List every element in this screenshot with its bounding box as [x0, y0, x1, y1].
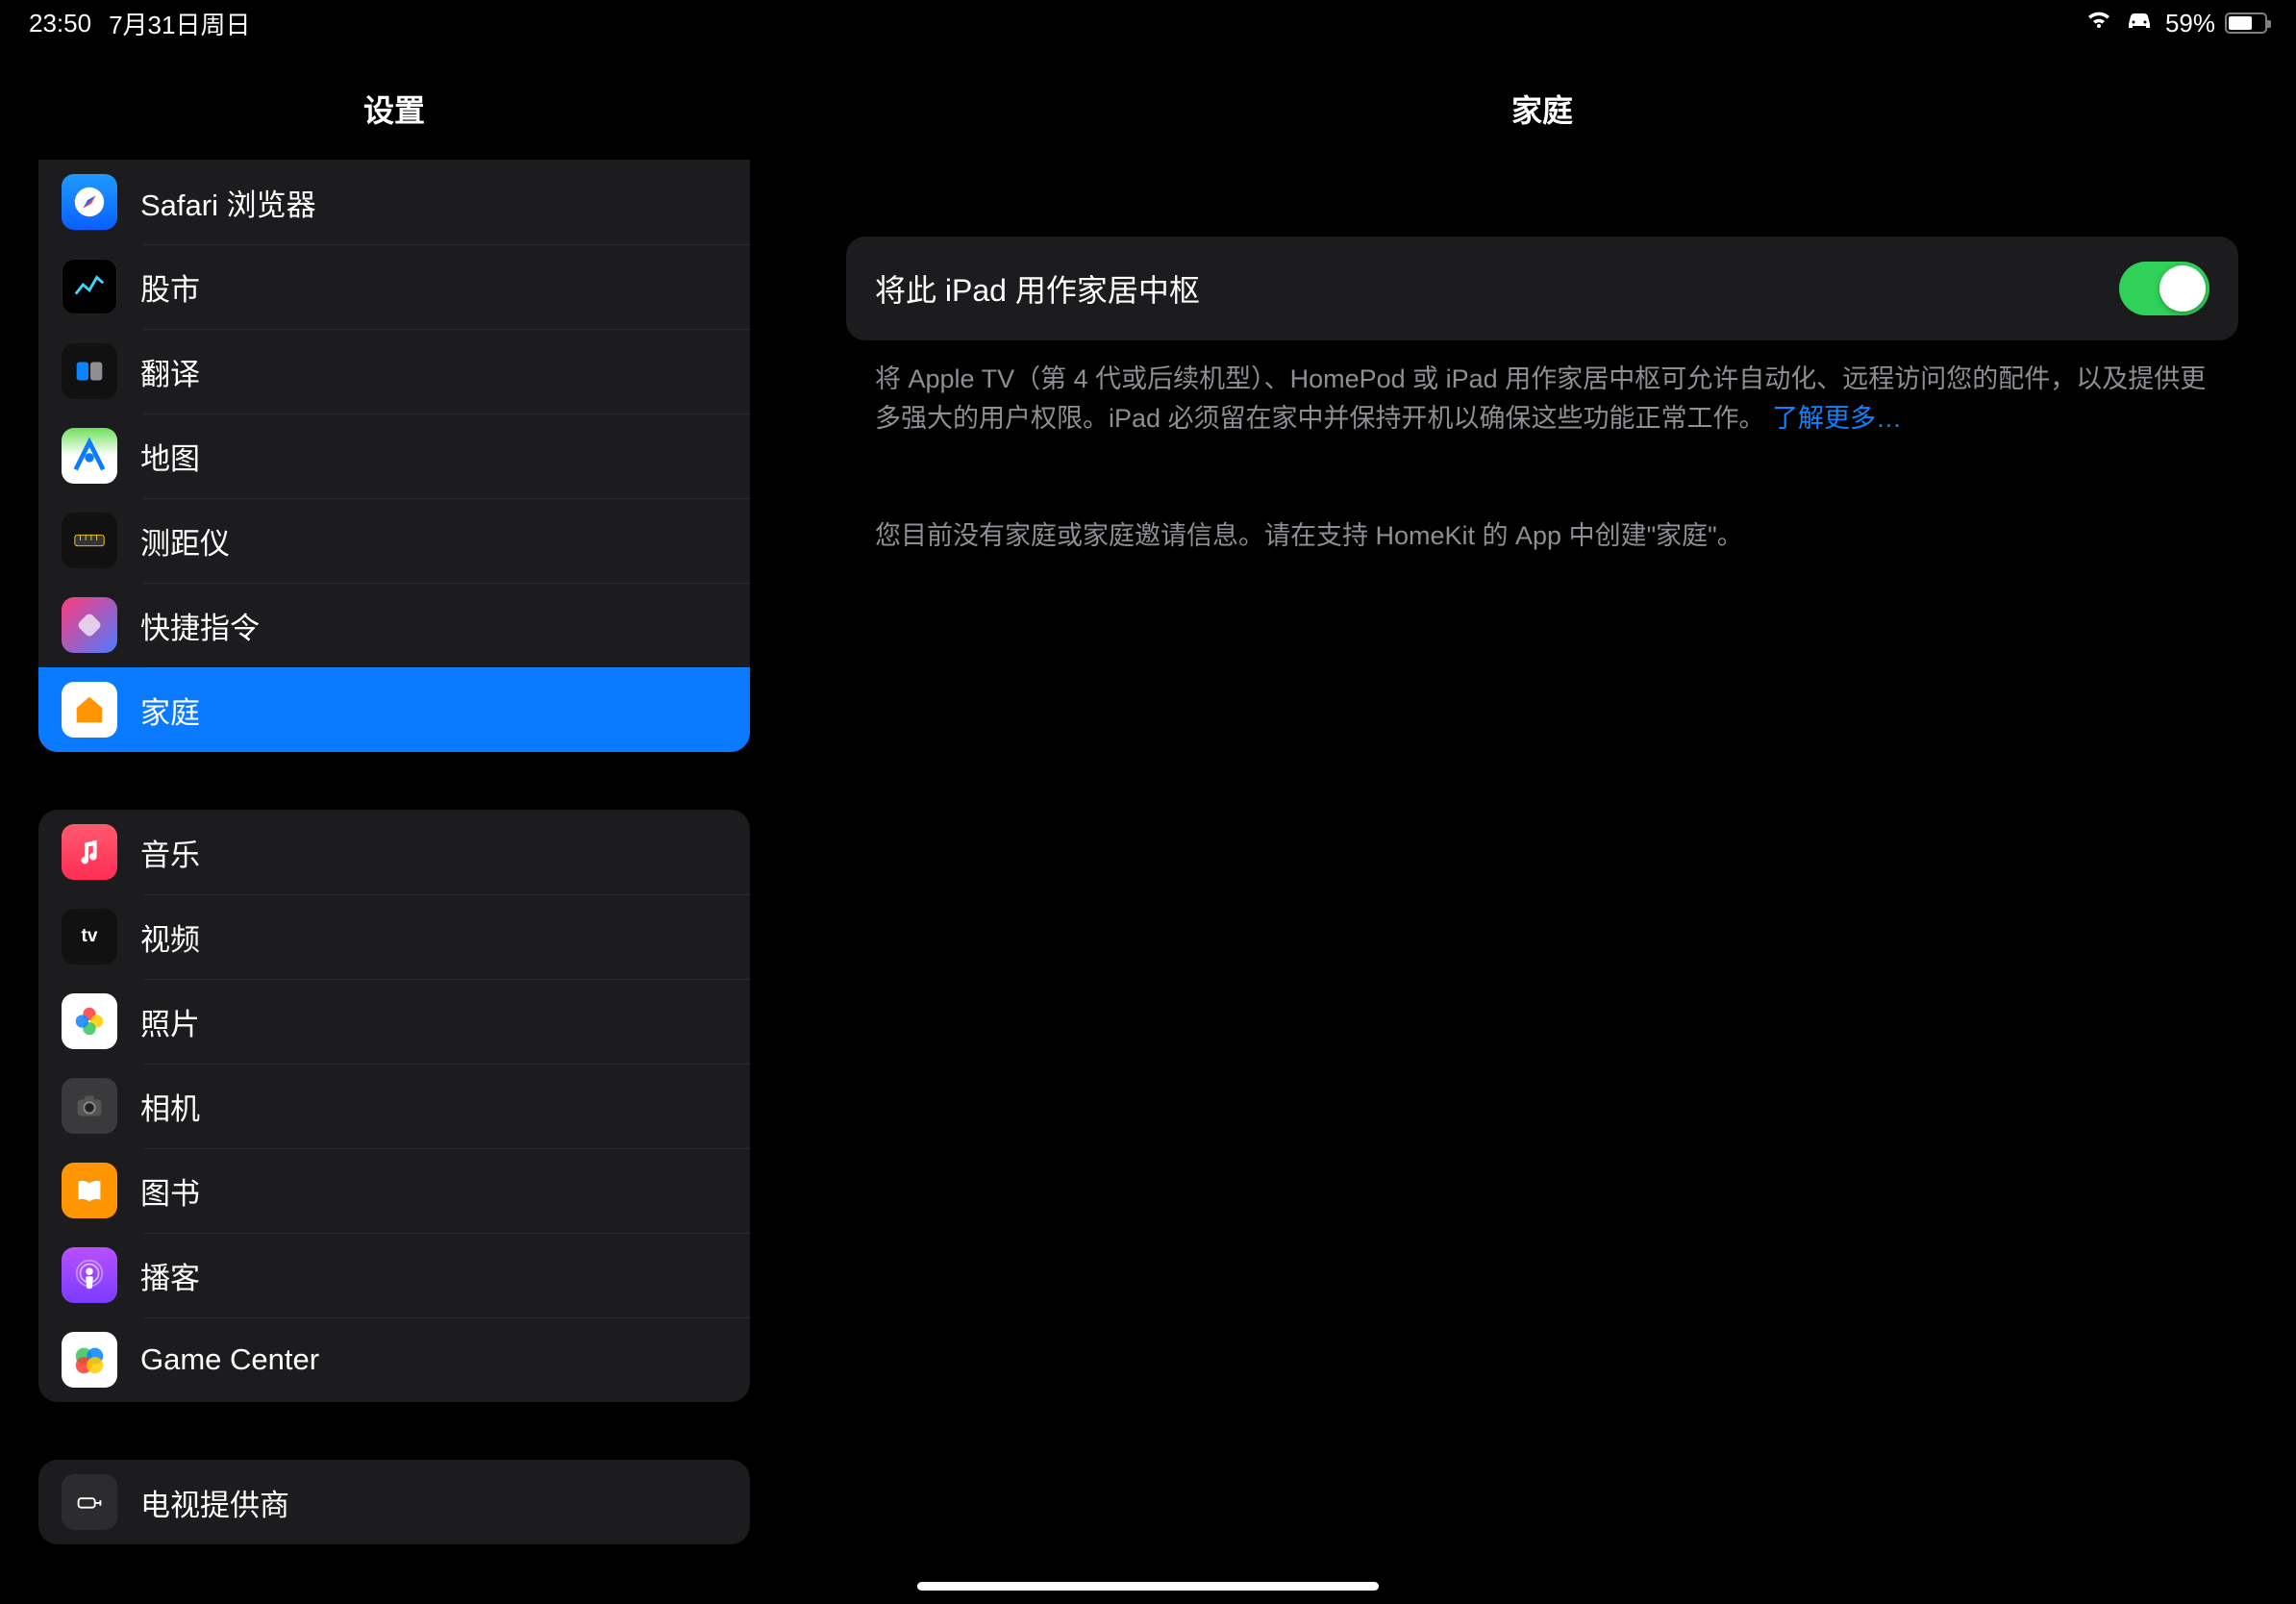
detail-title: 家庭 — [788, 48, 2296, 160]
camera-icon — [62, 1078, 117, 1134]
sidebar-item-label: Game Center — [140, 1342, 319, 1377]
sidebar-item-label: 照片 — [140, 1000, 200, 1043]
battery-icon — [2225, 13, 2267, 34]
books-icon — [62, 1163, 117, 1218]
sidebar-item-stocks[interactable]: 股市 — [38, 244, 750, 329]
sidebar-item-label: 快捷指令 — [140, 604, 260, 647]
podcasts-icon — [62, 1247, 117, 1303]
shortcuts-icon — [62, 597, 117, 653]
stocks-icon — [62, 259, 117, 314]
settings-sidebar: 设置 Safari 浏览器 股市 — [0, 0, 788, 1604]
sidebar-item-label: 电视提供商 — [140, 1481, 289, 1524]
toggle-knob — [2159, 265, 2206, 312]
sidebar-item-label: 测距仪 — [140, 519, 230, 563]
sidebar-item-label: 地图 — [140, 435, 200, 478]
sidebar-item-camera[interactable]: 相机 — [38, 1064, 750, 1148]
sidebar-item-home[interactable]: 家庭 — [38, 667, 750, 752]
sidebar-item-photos[interactable]: 照片 — [38, 979, 750, 1064]
learn-more-link[interactable]: 了解更多… — [1772, 404, 1902, 433]
sidebar-item-label: Safari 浏览器 — [140, 181, 316, 224]
sidebar-item-label: 股市 — [140, 265, 200, 309]
footer-text: 将 Apple TV（第 4 代或后续机型）、HomePod 或 iPad 用作… — [875, 364, 2206, 433]
sidebar-group-apps2: 音乐 tv 视频 — [38, 810, 750, 1402]
sidebar-item-label: 翻译 — [140, 350, 200, 393]
sidebar-item-translate[interactable]: 翻译 — [38, 329, 750, 414]
sidebar-item-label: 播客 — [140, 1254, 200, 1297]
sidebar-item-music[interactable]: 音乐 — [38, 810, 750, 894]
battery-percent: 59% — [2165, 9, 2215, 38]
carplay-icon — [2123, 9, 2156, 38]
wifi-icon — [2084, 9, 2113, 38]
translate-icon — [62, 343, 117, 399]
home-icon — [62, 682, 117, 738]
home-hub-row: 将此 iPad 用作家居中枢 — [846, 237, 2238, 340]
sidebar-scroll[interactable]: Safari 浏览器 股市 翻译 — [0, 160, 788, 1604]
home-indicator[interactable] — [917, 1582, 1379, 1591]
sidebar-item-tv[interactable]: tv 视频 — [38, 894, 750, 979]
gamecenter-icon — [62, 1332, 117, 1388]
sidebar-item-label: 音乐 — [140, 831, 200, 874]
tvprovider-icon — [62, 1474, 117, 1530]
sidebar-item-tvprovider[interactable]: 电视提供商 — [38, 1460, 750, 1544]
sidebar-item-gamecenter[interactable]: Game Center — [38, 1317, 750, 1402]
photos-icon — [62, 993, 117, 1049]
home-hub-toggle[interactable] — [2119, 262, 2209, 315]
sidebar-title: 设置 — [0, 48, 788, 160]
tv-icon: tv — [62, 909, 117, 965]
sidebar-group-apps3: 电视提供商 — [38, 1460, 750, 1544]
sidebar-item-label: 图书 — [140, 1169, 200, 1213]
sidebar-item-books[interactable]: 图书 — [38, 1148, 750, 1233]
status-time: 23:50 — [29, 9, 91, 38]
detail-pane: 家庭 将此 iPad 用作家居中枢 将 Apple TV（第 4 代或后续机型）… — [788, 0, 2296, 1604]
status-date: 7月31日周日 — [109, 6, 250, 41]
music-icon — [62, 824, 117, 880]
sidebar-item-measure[interactable]: 测距仪 — [38, 498, 750, 583]
sidebar-item-label: 家庭 — [140, 689, 200, 732]
maps-icon — [62, 428, 117, 484]
measure-icon — [62, 513, 117, 568]
sidebar-item-podcasts[interactable]: 播客 — [38, 1233, 750, 1317]
sidebar-item-safari[interactable]: Safari 浏览器 — [38, 160, 750, 244]
no-home-note: 您目前没有家庭或家庭邀请信息。请在支持 HomeKit 的 App 中创建"家庭… — [846, 438, 2238, 552]
sidebar-item-label: 相机 — [140, 1085, 200, 1128]
sidebar-item-shortcuts[interactable]: 快捷指令 — [38, 583, 750, 667]
home-hub-label: 将此 iPad 用作家居中枢 — [875, 266, 1200, 311]
status-bar: 23:50 7月31日周日 59% — [0, 0, 2296, 38]
sidebar-item-maps[interactable]: 地图 — [38, 414, 750, 498]
safari-icon — [62, 174, 117, 230]
home-hub-footer: 将 Apple TV（第 4 代或后续机型）、HomePod 或 iPad 用作… — [846, 340, 2238, 438]
sidebar-item-label: 视频 — [140, 915, 200, 959]
sidebar-group-apps1: Safari 浏览器 股市 翻译 — [38, 160, 750, 752]
